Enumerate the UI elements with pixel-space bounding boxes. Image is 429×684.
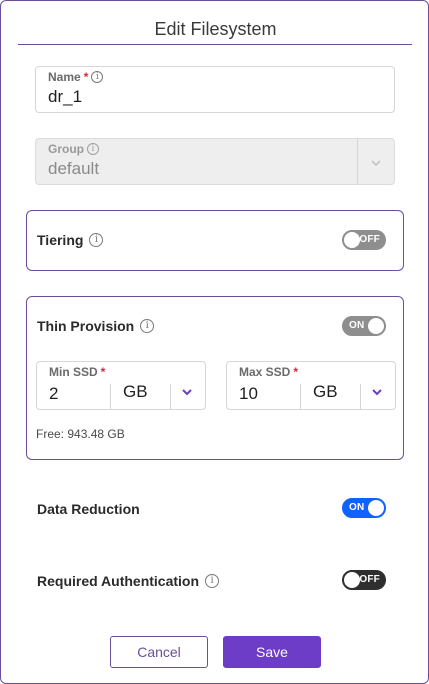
info-icon[interactable]: i (91, 71, 104, 83)
cancel-button[interactable]: Cancel (110, 636, 208, 668)
data-reduction-label-group: Data Reduction (37, 501, 140, 517)
required-auth-label: Required Authentication (37, 573, 200, 589)
toggle-knob (368, 500, 384, 516)
select-divider (360, 384, 361, 409)
thin-provision-toggle[interactable]: ON (342, 316, 386, 336)
max-ssd-field[interactable]: Max SSD * 10 GB (226, 361, 396, 410)
tiering-section: Tiering i OFF (26, 210, 404, 271)
toggle-knob (368, 318, 384, 334)
group-select: Group i default (35, 138, 395, 185)
chevron-down-icon[interactable] (372, 387, 382, 397)
max-ssd-input[interactable]: 10 (239, 384, 258, 404)
thin-provision-label-group: Thin Provision i (37, 318, 155, 334)
chevron-down-icon (371, 160, 381, 167)
save-button[interactable]: Save (223, 636, 321, 668)
min-ssd-field[interactable]: Min SSD * 2 GB (36, 361, 206, 410)
tiering-toggle[interactable]: OFF (342, 230, 386, 250)
min-ssd-label-group: Min SSD * (49, 365, 105, 379)
info-icon[interactable]: i (205, 574, 220, 588)
data-reduction-toggle-text: ON (349, 502, 365, 513)
thin-provision-label: Thin Provision (37, 318, 135, 334)
data-reduction-label: Data Reduction (37, 501, 140, 517)
name-field-label-group: Name * i (48, 70, 104, 84)
thin-provision-section: Thin Provision i ON Min SSD * 2 GB Max SS… (26, 296, 404, 460)
data-reduction-toggle[interactable]: ON (342, 498, 386, 518)
name-field-label: Name (48, 70, 81, 84)
group-field-label: Group (48, 142, 84, 156)
min-ssd-label: Min SSD (49, 365, 98, 379)
unit-divider (300, 384, 301, 409)
min-ssd-input[interactable]: 2 (49, 384, 58, 404)
toggle-knob (344, 232, 360, 248)
thin-provision-toggle-text: ON (349, 320, 365, 331)
required-mark: * (83, 70, 89, 84)
info-icon: i (87, 143, 99, 155)
select-divider (170, 384, 171, 409)
unit-divider (110, 384, 111, 409)
toggle-knob (344, 572, 360, 588)
min-ssd-unit[interactable]: GB (123, 382, 148, 402)
name-field[interactable]: Name * i dr_1 (35, 66, 395, 113)
max-ssd-label-group: Max SSD * (239, 365, 298, 379)
chevron-down-icon[interactable] (182, 387, 192, 397)
info-icon[interactable]: i (89, 233, 104, 247)
free-space-text: Free: 943.48 GB (36, 427, 125, 441)
required-auth-label-group: Required Authentication i (37, 573, 220, 589)
required-auth-toggle-text: OFF (359, 574, 380, 585)
title-divider (18, 44, 412, 45)
select-divider (357, 139, 358, 184)
info-icon[interactable]: i (140, 319, 155, 333)
max-ssd-label: Max SSD (239, 365, 291, 379)
name-input[interactable]: dr_1 (48, 87, 82, 107)
tiering-toggle-text: OFF (359, 234, 380, 245)
edit-filesystem-dialog: Edit Filesystem Name * i dr_1 Group i def… (0, 0, 429, 684)
tiering-label: Tiering (37, 232, 84, 248)
required-mark: * (293, 365, 299, 379)
required-mark: * (100, 365, 106, 379)
required-auth-toggle[interactable]: OFF (342, 570, 386, 590)
group-value: default (48, 159, 100, 178)
dialog-title: Edit Filesystem (154, 19, 277, 39)
group-field-label-group: Group i (48, 142, 99, 156)
max-ssd-unit[interactable]: GB (313, 382, 338, 402)
tiering-label-group: Tiering i (37, 232, 104, 248)
